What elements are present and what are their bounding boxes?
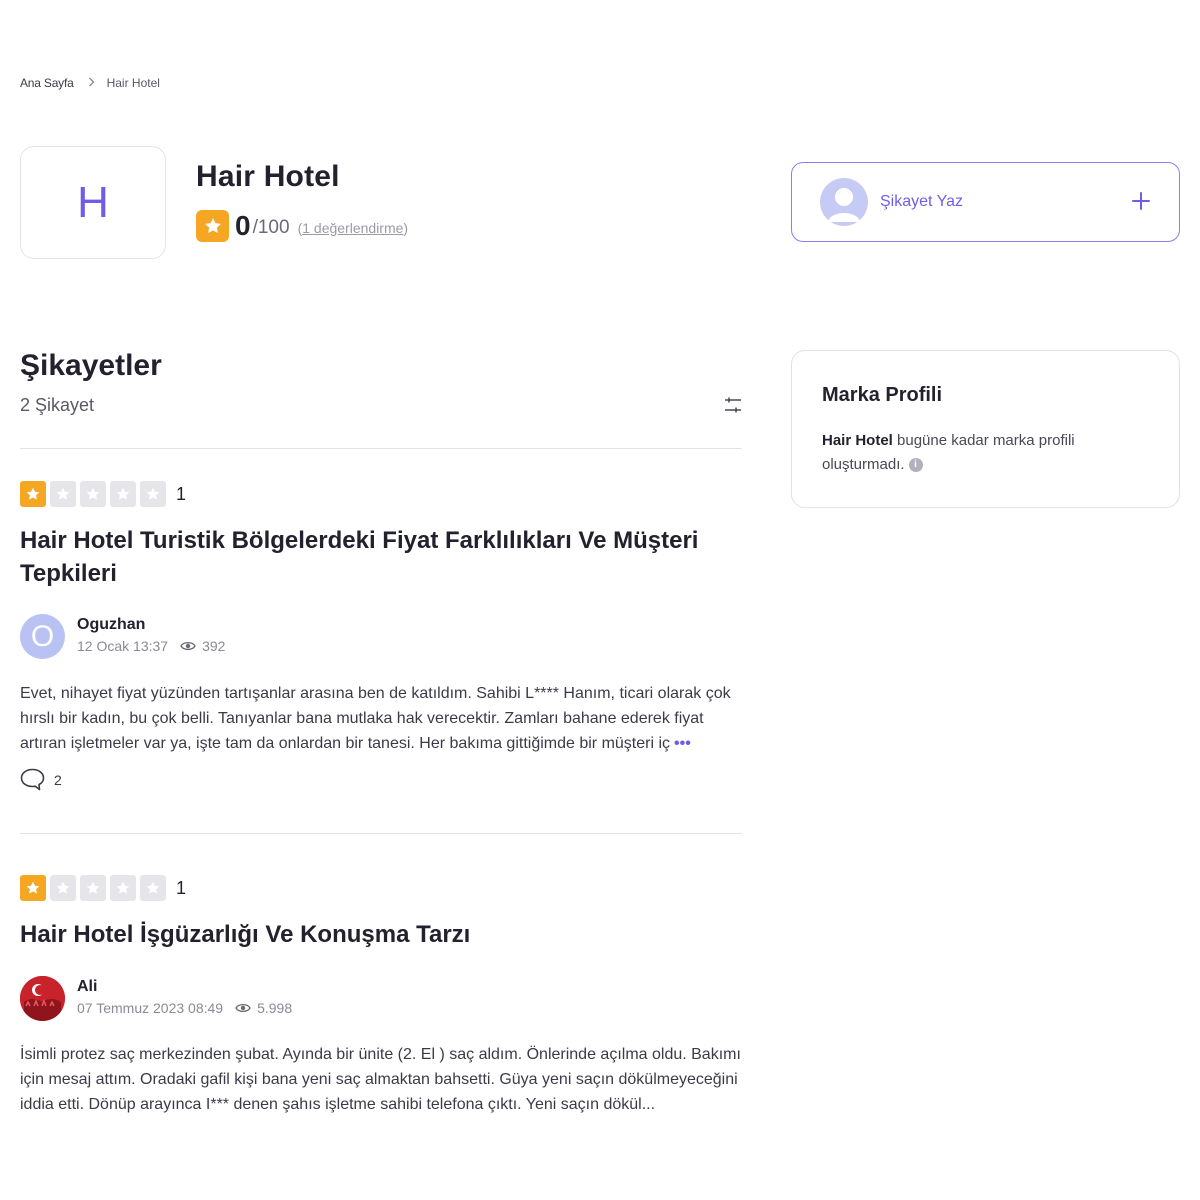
star-icon <box>196 210 229 242</box>
complaint-title-link[interactable]: Hair Hotel Turistik Bölgelerdeki Fiyat F… <box>20 524 742 590</box>
brand-logo-letter: H <box>77 177 109 227</box>
complaint-date: 12 Ocak 13:37 <box>77 638 169 654</box>
breadcrumb: Ana Sayfa Hair Hotel <box>20 76 160 90</box>
star-icon <box>80 481 106 507</box>
author-info: Oguzhan 12 Ocak 13:37 392 <box>77 616 225 654</box>
complaint-meta: 12 Ocak 13:37 392 <box>77 638 225 654</box>
star-icon <box>140 875 166 901</box>
review-count-link[interactable]: (1 değerlendirme) <box>298 220 409 236</box>
complaint-title-link[interactable]: Hair Hotel İşgüzarlığı Ve Konuşma Tarzı <box>20 918 742 951</box>
complaint-rating: 1 <box>20 481 186 507</box>
rating-value: 1 <box>176 877 187 898</box>
chevron-right-icon <box>88 76 95 90</box>
review-count-text: 1 değerlendirme <box>302 220 404 236</box>
divider <box>20 833 742 834</box>
plus-icon <box>1131 188 1151 216</box>
complaint-rating: 1 <box>20 875 186 901</box>
star-icon <box>110 875 136 901</box>
complaint-meta: 07 Temmuz 2023 08:49 5.998 <box>77 1000 292 1016</box>
brand-rating: 0 /100 (1 değerlendirme) <box>196 210 408 242</box>
star-icon <box>50 875 76 901</box>
view-count: 5.998 <box>257 1000 293 1016</box>
breadcrumb-home-link[interactable]: Ana Sayfa <box>20 76 74 90</box>
star-icon <box>80 875 106 901</box>
brand-profile-card: Marka Profili Hair Hotel bugüne kadar ma… <box>791 350 1180 508</box>
avatar <box>20 976 65 1021</box>
write-complaint-label: Şikayet Yaz <box>880 193 964 210</box>
author-info: Ali 07 Temmuz 2023 08:49 5.998 <box>77 978 292 1016</box>
avatar: O <box>20 614 65 659</box>
view-count: 392 <box>202 638 226 654</box>
filter-sliders-icon[interactable] <box>724 396 742 414</box>
brand-profile-title: Marka Profili <box>822 384 943 406</box>
paren-close: ) <box>403 220 409 236</box>
breadcrumb-current: Hair Hotel <box>106 76 160 90</box>
eye-icon <box>180 640 196 652</box>
info-icon[interactable]: i <box>908 458 923 473</box>
star-icon <box>20 875 46 901</box>
brand-profile-text: Hair Hotel bugüne kadar marka profili ol… <box>822 429 1149 477</box>
star-icon <box>20 481 46 507</box>
brand-profile-brand-name: Hair Hotel <box>822 432 893 449</box>
rating-score: 0 <box>235 210 251 241</box>
brand-name: Hair Hotel <box>196 160 340 193</box>
brand-logo: H <box>20 146 166 259</box>
complaint-excerpt[interactable]: İsimli protez saç merkezinden şubat. Ayı… <box>20 1042 742 1124</box>
author-name[interactable]: Oguzhan <box>77 616 225 634</box>
complaint-author: Ali 07 Temmuz 2023 08:49 5.998 <box>20 976 292 1021</box>
complaint-author: O Oguzhan 12 Ocak 13:37 392 <box>20 614 225 659</box>
complaint-date: 07 Temmuz 2023 08:49 <box>77 1000 224 1016</box>
avatar-letter: O <box>30 619 55 653</box>
rating-value: 1 <box>176 483 187 504</box>
author-name[interactable]: Ali <box>77 978 292 996</box>
star-icon <box>110 481 136 507</box>
complaints-section-title: Şikayetler <box>20 349 162 382</box>
comments-button[interactable]: 2 <box>20 768 62 791</box>
complaint-excerpt[interactable]: Evet, nihayet fiyat yüzünden tartışanlar… <box>20 681 742 756</box>
star-icon <box>140 481 166 507</box>
write-complaint-button[interactable]: Şikayet Yaz <box>791 162 1180 242</box>
rating-max: /100 <box>252 217 290 238</box>
comment-count: 2 <box>54 771 62 788</box>
excerpt-text: Evet, nihayet fiyat yüzünden tartışanlar… <box>20 685 731 752</box>
star-icon <box>50 481 76 507</box>
divider <box>20 448 742 449</box>
user-avatar-icon <box>820 178 868 226</box>
eye-icon <box>235 1002 251 1014</box>
complaints-count: 2 Şikayet <box>20 395 95 415</box>
comment-bubble-icon <box>20 768 45 791</box>
read-more-dots[interactable]: ••• <box>674 735 691 752</box>
